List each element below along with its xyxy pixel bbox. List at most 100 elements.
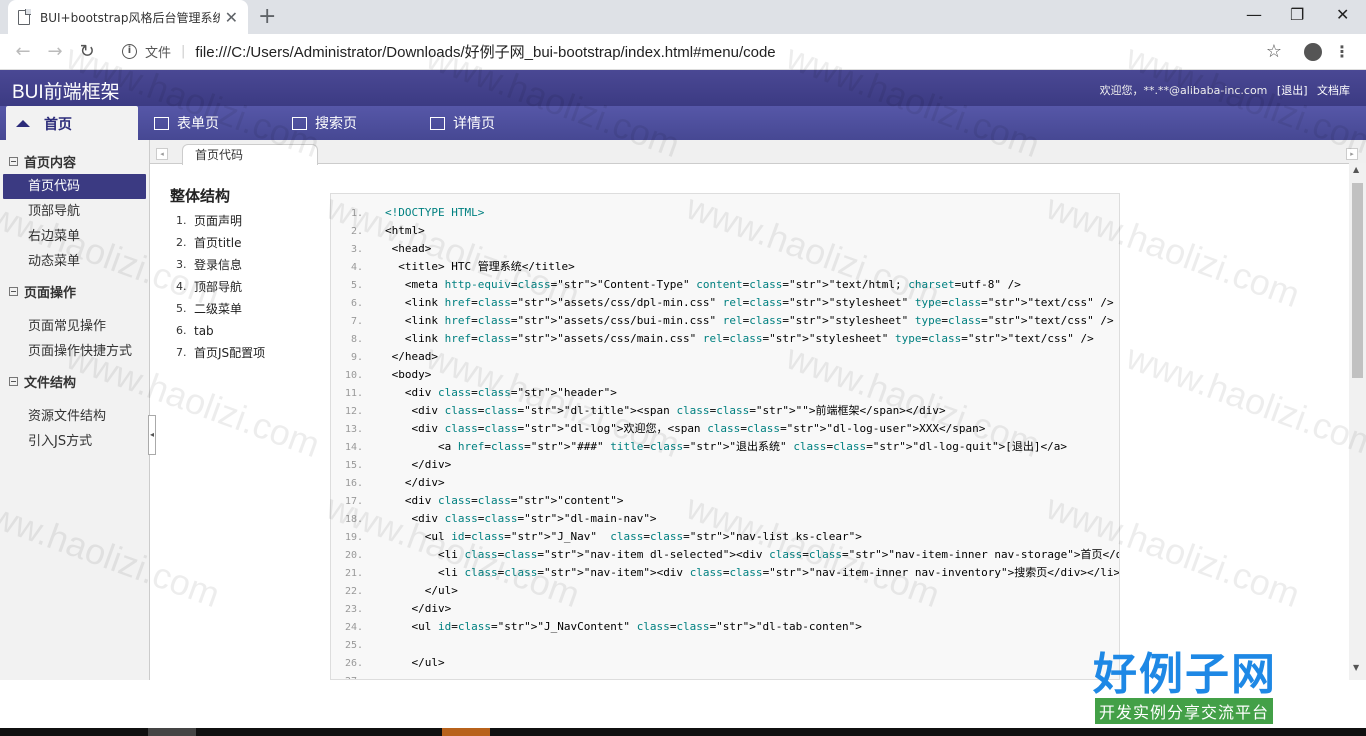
outline-label: 二级菜单 — [194, 302, 243, 316]
line-number: 23. — [344, 604, 363, 615]
line-number: 9. — [350, 352, 363, 363]
code-text: <div class=class="str">"header"> — [385, 386, 617, 399]
scrollbar-thumb[interactable] — [1352, 183, 1363, 378]
sidebar-item-js-import[interactable]: 引入JS方式 — [0, 429, 149, 454]
taskbar-item[interactable] — [148, 728, 196, 736]
collapse-icon — [9, 376, 18, 386]
line-number: 26. — [344, 658, 363, 669]
tab-home-code[interactable]: 首页代码 — [182, 144, 318, 165]
outline-number: 2. — [176, 236, 187, 249]
taskbar-item[interactable] — [442, 728, 490, 736]
browser-tab[interactable]: BUI+bootstrap风格后台管理系统 ✕ — [8, 0, 248, 34]
sidebar: 首页内容 首页代码 顶部导航 右边菜单 动态菜单 页面操作 页面常见操作 页面操… — [0, 140, 150, 680]
code-text: <ul id=class="str">"J_NavContent" class=… — [385, 620, 862, 633]
docs-link[interactable]: 文档库 — [1317, 84, 1350, 97]
code-line: 9. </head> — [331, 348, 1119, 366]
sidebar-group-page-ops[interactable]: 页面操作 — [0, 278, 149, 304]
code-line: 27. — [331, 672, 1119, 679]
line-number: 18. — [344, 514, 363, 525]
code-text: <a href=class="str">"###" title=class="s… — [385, 440, 1067, 453]
outline-item[interactable]: 3. 登录信息 — [170, 254, 320, 276]
outline-list: 1. 页面声明 2. 首页title 3. 登录信息 4. 顶部导航 5. 二级菜单 6. tab 7.… — [170, 210, 320, 364]
close-window-button[interactable]: ✕ — [1336, 5, 1349, 24]
sidebar-item-resource-files[interactable]: 资源文件结构 — [0, 404, 149, 429]
outline-number: 3. — [176, 258, 187, 271]
os-taskbar — [0, 728, 1366, 736]
outline-label: 页面声明 — [194, 214, 243, 228]
app-header: BUI前端框架 欢迎您，**.**@alibaba-inc.com [退出] 文… — [0, 70, 1366, 108]
code-text: </head> — [385, 350, 438, 363]
sidebar-item-page-shortcuts[interactable]: 页面操作快捷方式 — [0, 339, 149, 364]
outline-number: 6. — [176, 324, 187, 337]
tab-scroll-left-icon[interactable]: ◂ — [156, 148, 168, 160]
sidebar-item-home-code[interactable]: 首页代码 — [3, 174, 146, 199]
sidebar-group-home[interactable]: 首页内容 — [0, 148, 149, 174]
code-text: <head> — [385, 242, 432, 255]
reload-icon[interactable]: ↻ — [78, 41, 96, 62]
line-number: 27. — [331, 673, 363, 679]
code-line: 8. <link href=class="str">"assets/css/ma… — [331, 330, 1119, 348]
sidebar-group-files[interactable]: 文件结构 — [0, 368, 149, 394]
scroll-down-icon[interactable]: ▼ — [1353, 663, 1359, 672]
tab-close-icon[interactable]: ✕ — [225, 8, 238, 27]
brand-main: 好例子网 — [1093, 649, 1277, 700]
line-number: 1. — [350, 208, 363, 219]
maximize-button[interactable]: ❐ — [1290, 5, 1304, 24]
code-text: <title> HTC 管理系统</title> — [385, 260, 575, 273]
outline-item[interactable]: 5. 二级菜单 — [170, 298, 320, 320]
nav-label: 详情页 — [453, 116, 495, 132]
line-number: 6. — [350, 298, 363, 309]
browser-menu-icon[interactable]: ⋮ — [1334, 43, 1350, 59]
line-number: 11. — [344, 388, 363, 399]
minimize-button[interactable]: — — [1246, 5, 1262, 24]
nav-item-form[interactable]: 表单页 — [154, 106, 219, 140]
code-line: 18. <div class=class="str">"dl-main-nav"… — [331, 510, 1119, 528]
code-line: 20. <li class=class="str">"nav-item dl-s… — [331, 546, 1119, 564]
code-line: 7. <link href=class="str">"assets/css/bu… — [331, 312, 1119, 330]
new-tab-button[interactable]: + — [258, 4, 276, 29]
nav-item-detail[interactable]: 详情页 — [430, 106, 495, 140]
browser-toolbar: ← → ↻ i 文件 | file:///C:/Users/Administra… — [0, 34, 1366, 70]
outline-item[interactable]: 1. 页面声明 — [170, 210, 320, 232]
group-title: 页面操作 — [24, 285, 77, 301]
code-text: <div class=class="str">"dl-title"><span … — [385, 404, 946, 417]
code-line: 3. <head> — [331, 240, 1119, 258]
sidebar-item-page-common-ops[interactable]: 页面常见操作 — [0, 314, 149, 339]
vertical-scrollbar[interactable]: ▲ ▼ — [1349, 163, 1366, 680]
line-number: 8. — [350, 334, 363, 345]
sidebar-item-top-nav[interactable]: 顶部导航 — [0, 199, 149, 224]
address-bar[interactable]: file:///C:/Users/Administrator/Downloads… — [195, 41, 775, 62]
sidebar-item-right-menu[interactable]: 右边菜单 — [0, 224, 149, 249]
group-title: 文件结构 — [24, 375, 77, 391]
line-number: 14. — [344, 442, 363, 453]
tab-title: BUI+bootstrap风格后台管理系统 — [40, 10, 220, 25]
account-icon[interactable] — [1304, 42, 1322, 61]
code-text: </div> — [385, 602, 452, 615]
outline-item[interactable]: 2. 首页title — [170, 232, 320, 254]
outline-item[interactable]: 7. 首页JS配置项 — [170, 342, 320, 364]
detail-icon — [430, 116, 445, 130]
code-line: 23. </div> — [331, 600, 1119, 618]
line-number: 12. — [344, 406, 363, 417]
tab-scroll-right-icon[interactable]: ▸ — [1346, 148, 1358, 160]
scroll-up-icon[interactable]: ▲ — [1353, 165, 1359, 174]
browser-tabstrip: BUI+bootstrap风格后台管理系统 ✕ + — ❐ ✕ — [0, 0, 1366, 34]
line-number: 10. — [344, 370, 363, 381]
outline-item[interactable]: 6. tab — [170, 320, 320, 342]
nav-item-home[interactable]: 首页 — [6, 106, 138, 141]
forward-icon[interactable]: → — [46, 41, 64, 62]
bookmark-star-icon[interactable]: ☆ — [1266, 41, 1282, 62]
logout-link[interactable]: [退出] — [1277, 84, 1308, 97]
document-icon — [18, 9, 31, 25]
nav-item-search[interactable]: 搜索页 — [292, 106, 357, 140]
sidebar-item-dynamic-menu[interactable]: 动态菜单 — [0, 249, 149, 274]
line-number: 2. — [350, 226, 363, 237]
sidebar-collapse-handle[interactable]: ◂ — [148, 415, 156, 455]
back-icon[interactable]: ← — [14, 41, 32, 62]
code-line: 1. <!DOCTYPE HTML> — [331, 204, 1119, 222]
outline-item[interactable]: 4. 顶部导航 — [170, 276, 320, 298]
site-info-icon[interactable]: i — [122, 44, 137, 59]
line-number: 16. — [344, 478, 363, 489]
code-line: 6. <link href=class="str">"assets/css/dp… — [331, 294, 1119, 312]
search-page-icon — [292, 116, 307, 130]
